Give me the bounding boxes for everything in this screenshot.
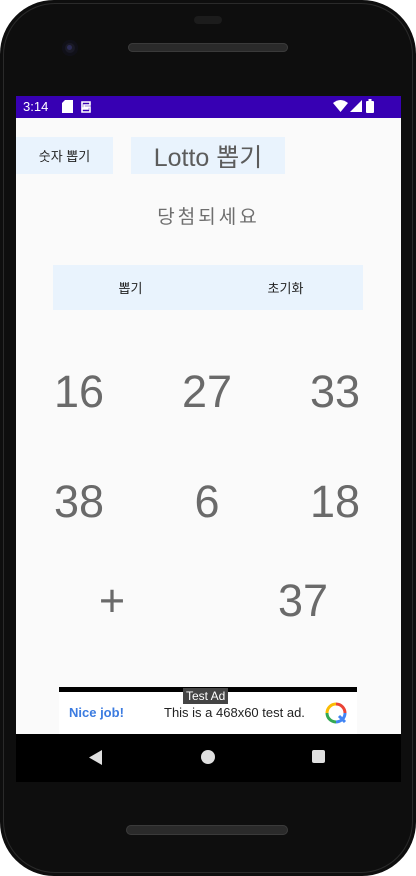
front-camera [62,40,78,56]
app-screen: 3:14 숫자 뽑기 Lotto 뽑기 당첨되세요 뽑기 초기화 16 27 3… [16,96,401,734]
ad-label: Test Ad [183,688,229,704]
battery-icon [366,99,374,113]
back-icon[interactable] [89,750,102,765]
sync-icon [81,101,91,113]
ad-body: This is a 468x60 test ad. [164,705,305,720]
status-bar: 3:14 [16,96,401,118]
subtitle: 당첨되세요 [157,207,260,228]
wifi-icon [333,100,348,112]
lotto-number: 38 [53,476,105,527]
ad-choices-icon[interactable] [325,702,347,724]
reset-button[interactable]: 초기화 [208,265,363,310]
home-icon[interactable] [201,750,215,764]
page-title: Lotto 뽑기 [131,137,285,174]
recents-icon[interactable] [312,750,325,763]
earpiece [194,16,222,24]
ad-banner[interactable]: Test Ad Nice job! This is a 468x60 test … [59,687,357,734]
pick-numbers-button[interactable]: 숫자 뽑기 [16,137,113,174]
signal-icon [350,100,362,112]
navigation-bar [16,734,401,782]
ad-headline: Nice job! [69,705,124,720]
top-speaker [128,43,288,52]
lotto-number: 16 [53,366,105,417]
draw-button[interactable]: 뽑기 [53,265,208,310]
action-bar: 뽑기 초기화 [53,265,363,310]
lotto-number: 27 [181,366,233,417]
bonus-separator: + [98,575,126,626]
phone-frame: 3:14 숫자 뽑기 Lotto 뽑기 당첨되세요 뽑기 초기화 16 27 3… [0,0,416,876]
lotto-number: 18 [309,476,361,527]
lotto-number: 33 [309,366,361,417]
status-time: 3:14 [23,99,49,114]
bonus-number: 37 [277,575,329,626]
sd-card-icon [62,100,73,113]
bottom-speaker [126,825,288,835]
lotto-number: 6 [194,476,220,527]
